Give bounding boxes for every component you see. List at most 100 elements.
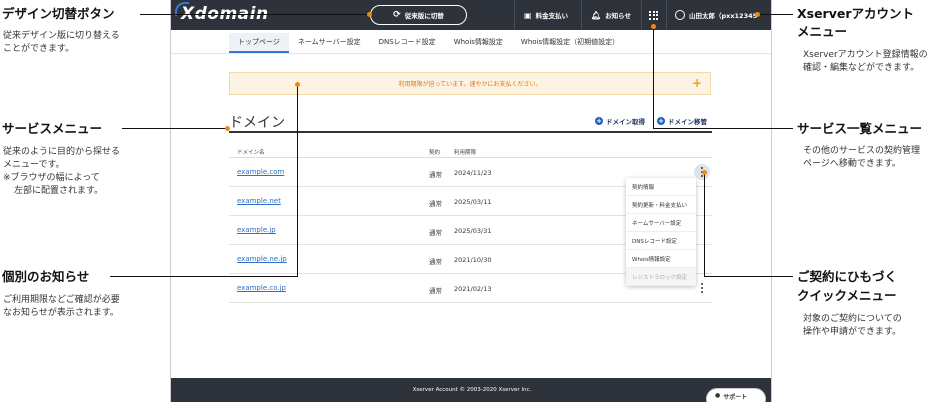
column-header-contract: 契約 — [429, 150, 441, 156]
quick-menu: 契約情報 契約更新・料金支払い ネームサーバー設定 DNSレコード設定 Whoi… — [626, 178, 696, 286]
domain-transfer-link[interactable]: + ドメイン移管 — [657, 116, 707, 126]
annotation-account-title-1: Xserverアカウント — [797, 6, 915, 21]
annotation-design-switch-desc-2: ことができます。 — [3, 44, 75, 54]
contract-type: 通常 — [429, 229, 442, 237]
expiry-date: 2021/10/30 — [454, 256, 492, 264]
refresh-icon: ⟳ — [393, 10, 401, 20]
leader-line — [653, 128, 793, 129]
annotation-service-menu-title: サービスメニュー — [2, 121, 103, 136]
design-switch-button[interactable]: ⟳ 従来版に切替 — [370, 5, 467, 25]
divider — [229, 131, 712, 133]
tab-nameserver[interactable]: ネームサーバー設定 — [289, 33, 370, 53]
annotation-service-menu-desc-3: ※ブラウザの幅によって — [3, 173, 100, 183]
notice-banner[interactable]: 利用期限が迫っています。速やかにお支払ください。 + — [229, 72, 711, 95]
top-navigation-bar: Xdomain ⟳ 従来版に切替 ▣ 料金支払い 🔔︎ お知らせ 山田太郎（px… — [171, 0, 771, 30]
leader-dot — [367, 12, 372, 17]
notice-text: 利用期限が迫っています。速やかにお支払ください。 — [398, 81, 542, 88]
domain-link[interactable]: example.jp — [237, 226, 276, 234]
annotation-quick-menu-desc-1: 対象のご契約についての — [803, 314, 902, 324]
annotation-quick-menu-title-2: クイックメニュー — [797, 288, 897, 303]
account-menu-button[interactable]: 山田太郎（pxx12345 — [675, 8, 757, 22]
annotation-service-list-title: サービス一覧メニュー — [797, 121, 923, 136]
leader-dot — [651, 24, 656, 29]
expiry-date: 2024/11/23 — [454, 169, 492, 177]
domain-transfer-label: ドメイン移管 — [668, 118, 707, 126]
wallet-icon: ▣ — [524, 10, 532, 20]
annotation-notice-title: 個別のお知らせ — [2, 269, 90, 284]
account-user-name: 山田太郎（pxx12345 — [689, 12, 758, 20]
annotation-notice-desc-1: ご利用期限などご確認が必要 — [3, 295, 120, 305]
tab-whois-default[interactable]: Whois情報設定（初期値設定） — [512, 33, 628, 53]
domain-link[interactable]: example.net — [237, 197, 281, 205]
domain-link[interactable]: example.com — [237, 168, 284, 176]
menu-item-registrar-lock: レジストラロック設定 — [626, 268, 696, 286]
app-screen: Xdomain ⟳ 従来版に切替 ▣ 料金支払い 🔔︎ お知らせ 山田太郎（px… — [170, 0, 772, 402]
annotation-notice-desc-2: なお知らせが表示されます。 — [3, 308, 119, 318]
tab-whois[interactable]: Whois情報設定 — [445, 33, 512, 53]
annotation-account-desc-1: Xserverアカウント登録情報の — [803, 50, 928, 60]
support-label: サポート — [723, 394, 748, 401]
annotation-service-list-desc-1: その他のサービスの契約管理 — [803, 146, 921, 156]
leader-line — [704, 172, 705, 276]
support-icon: ● — [715, 392, 721, 399]
leader-line — [122, 128, 227, 129]
leader-dot — [295, 82, 300, 87]
divider — [581, 0, 582, 30]
annotation-account-desc-2: 確認・編集などができます。 — [803, 63, 920, 73]
annotation-service-menu-desc-4: 左部に配置されます。 — [14, 186, 104, 196]
news-button[interactable]: 🔔︎ お知らせ — [591, 8, 631, 22]
contract-type: 通常 — [429, 171, 442, 179]
leader-line — [140, 14, 370, 15]
news-label: お知らせ — [605, 12, 632, 20]
menu-item-nameserver[interactable]: ネームサーバー設定 — [626, 214, 696, 232]
plus-circle-icon: + — [657, 117, 665, 125]
divider — [514, 0, 515, 30]
divider — [641, 0, 642, 30]
design-switch-label: 従来版に切替 — [404, 12, 444, 20]
expiry-date: 2025/03/31 — [454, 227, 492, 235]
bell-icon: 🔔︎ — [591, 10, 602, 20]
service-menu-tabs: トップページ ネームサーバー設定 DNSレコード設定 Whois情報設定 Who… — [229, 33, 628, 53]
pay-label: 料金支払い — [535, 12, 569, 20]
tab-dns-record[interactable]: DNSレコード設定 — [370, 33, 445, 53]
annotation-design-switch-title: デザイン切替ボタン — [2, 6, 115, 21]
expiry-date: 2025/03/11 — [454, 198, 492, 206]
pay-button[interactable]: ▣ 料金支払い — [524, 8, 568, 22]
leader-line — [758, 14, 793, 15]
divider — [171, 53, 771, 54]
menu-item-whois[interactable]: Whois情報設定 — [626, 250, 696, 268]
domain-link[interactable]: example.co.jp — [237, 284, 286, 292]
support-button[interactable]: ● サポート — [706, 388, 766, 402]
domain-link[interactable]: example.ne.jp — [237, 255, 287, 263]
divider — [666, 0, 667, 30]
menu-item-contract-info[interactable]: 契約情報 — [626, 178, 696, 196]
column-header-expiry: 利用期限 — [454, 150, 477, 156]
quick-menu-button[interactable] — [694, 280, 710, 296]
user-icon — [675, 10, 685, 20]
tab-top[interactable]: トップページ — [229, 33, 289, 53]
contract-type: 通常 — [429, 258, 442, 266]
leader-dot — [225, 126, 230, 131]
expand-icon[interactable]: + — [692, 76, 702, 90]
contract-type: 通常 — [429, 287, 442, 295]
service-list-button[interactable] — [649, 8, 658, 22]
column-header-domain: ドメイン名 — [237, 150, 265, 156]
leader-line — [704, 276, 793, 277]
plus-circle-icon: + — [595, 117, 603, 125]
annotation-service-list-desc-2: ページへ移動できます。 — [803, 159, 901, 169]
domain-acquire-label: ドメイン取得 — [606, 118, 645, 126]
leader-line — [110, 276, 298, 277]
menu-item-dns-record[interactable]: DNSレコード設定 — [626, 232, 696, 250]
leader-line — [297, 84, 298, 276]
annotation-service-menu-desc-2: メニューです。 — [3, 160, 65, 170]
grid-icon — [649, 10, 658, 20]
contract-type: 通常 — [429, 200, 442, 208]
annotation-account-title-2: メニュー — [797, 24, 848, 39]
footer-copyright: Xserver Account © 2003-2020 Xserver Inc. — [412, 387, 532, 393]
footer: Xserver Account © 2003-2020 Xserver Inc. — [171, 378, 771, 402]
menu-item-renew-pay[interactable]: 契約更新・料金支払い — [626, 196, 696, 214]
annotation-quick-menu-desc-2: 操作や申請ができます。 — [803, 327, 902, 337]
annotation-quick-menu-title-1: ご契約にひもづく — [797, 269, 898, 284]
page-title: ドメイン — [229, 115, 285, 131]
domain-acquire-link[interactable]: + ドメイン取得 — [595, 116, 645, 126]
